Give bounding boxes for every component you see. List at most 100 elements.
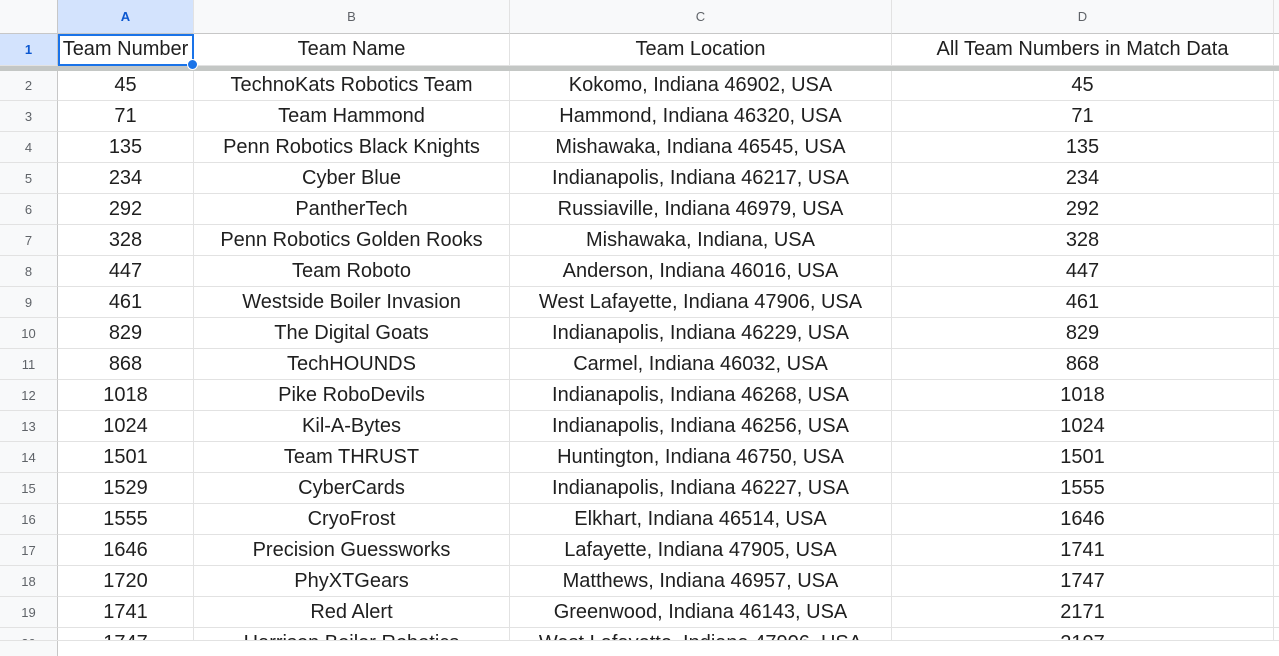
cell-team-number[interactable]: 1018 xyxy=(58,380,194,411)
cell-team-location[interactable]: Mishawaka, Indiana, USA xyxy=(510,225,892,256)
row-number[interactable]: 10 xyxy=(0,318,58,349)
row-number[interactable]: 19 xyxy=(0,597,58,628)
cell-team-location[interactable]: Carmel, Indiana 46032, USA xyxy=(510,349,892,380)
cell-match-team-number[interactable]: 461 xyxy=(892,287,1274,318)
row-number[interactable]: 5 xyxy=(0,163,58,194)
row-number[interactable]: 7 xyxy=(0,225,58,256)
cell-match-team-number[interactable]: 2197 xyxy=(892,628,1274,640)
cell-match-team-number[interactable]: 1646 xyxy=(892,504,1274,535)
cell-team-number[interactable]: 1024 xyxy=(58,411,194,442)
cell-match-team-number[interactable]: 135 xyxy=(892,132,1274,163)
row-number[interactable]: 13 xyxy=(0,411,58,442)
cell-team-location[interactable]: Indianapolis, Indiana 46227, USA xyxy=(510,473,892,504)
cell-team-number[interactable]: 868 xyxy=(58,349,194,380)
cell-team-number[interactable]: 328 xyxy=(58,225,194,256)
cell-team-number[interactable]: 135 xyxy=(58,132,194,163)
row-number[interactable]: 4 xyxy=(0,132,58,163)
cell-team-name[interactable]: Harrison Boiler Robotics xyxy=(194,628,510,640)
cell-team-name[interactable]: Precision Guessworks xyxy=(194,535,510,566)
row-number[interactable]: 6 xyxy=(0,194,58,225)
cell-match-team-number[interactable]: 234 xyxy=(892,163,1274,194)
cell-team-name[interactable]: Westside Boiler Invasion xyxy=(194,287,510,318)
cell-team-number[interactable]: 1529 xyxy=(58,473,194,504)
cell-team-location[interactable]: Greenwood, Indiana 46143, USA xyxy=(510,597,892,628)
cell-team-name[interactable]: Cyber Blue xyxy=(194,163,510,194)
cell-team-name[interactable]: Penn Robotics Black Knights xyxy=(194,132,510,163)
cell-match-team-number[interactable]: 1555 xyxy=(892,473,1274,504)
row-number[interactable]: 12 xyxy=(0,380,58,411)
row-number[interactable]: 15 xyxy=(0,473,58,504)
cell-match-team-number[interactable]: 1501 xyxy=(892,442,1274,473)
column-header-d[interactable]: D xyxy=(892,0,1274,34)
row-number[interactable]: 9 xyxy=(0,287,58,318)
cell-team-name[interactable]: CyberCards xyxy=(194,473,510,504)
cell-team-name[interactable]: Team THRUST xyxy=(194,442,510,473)
cell-team-name[interactable]: Team Roboto xyxy=(194,256,510,287)
cell-team-number[interactable]: 71 xyxy=(58,101,194,132)
cell-a1[interactable]: Team Number xyxy=(58,34,194,66)
cell-team-number[interactable]: 1741 xyxy=(58,597,194,628)
row-number[interactable]: 20 xyxy=(0,628,58,640)
cell-team-location[interactable]: West Lafayette, Indiana 47906, USA xyxy=(510,628,892,640)
cell-team-location[interactable]: Hammond, Indiana 46320, USA xyxy=(510,101,892,132)
cell-team-number[interactable]: 1555 xyxy=(58,504,194,535)
column-header-b[interactable]: B xyxy=(194,0,510,34)
row-number[interactable]: 18 xyxy=(0,566,58,597)
cell-team-number[interactable]: 1646 xyxy=(58,535,194,566)
column-header-c[interactable]: C xyxy=(510,0,892,34)
cell-team-number[interactable]: 1501 xyxy=(58,442,194,473)
cell-team-name[interactable]: Red Alert xyxy=(194,597,510,628)
cell-team-location[interactable]: West Lafayette, Indiana 47906, USA xyxy=(510,287,892,318)
cell-team-number[interactable]: 292 xyxy=(58,194,194,225)
cell-team-location[interactable]: Indianapolis, Indiana 46256, USA xyxy=(510,411,892,442)
row-number[interactable]: 16 xyxy=(0,504,58,535)
row-number[interactable]: 1 xyxy=(0,34,58,66)
cell-match-team-number[interactable]: 447 xyxy=(892,256,1274,287)
cell-team-name[interactable]: Penn Robotics Golden Rooks xyxy=(194,225,510,256)
cell-match-team-number[interactable]: 1747 xyxy=(892,566,1274,597)
cell-team-number[interactable]: 447 xyxy=(58,256,194,287)
cell-team-name[interactable]: PhyXTGears xyxy=(194,566,510,597)
cell-team-number[interactable]: 1747 xyxy=(58,628,194,640)
cell-team-name[interactable]: CryoFrost xyxy=(194,504,510,535)
cell-team-location[interactable]: Mishawaka, Indiana 46545, USA xyxy=(510,132,892,163)
row-number[interactable]: 2 xyxy=(0,71,58,101)
cell-match-team-number[interactable]: 1018 xyxy=(892,380,1274,411)
cell-team-number[interactable]: 45 xyxy=(58,71,194,101)
cell-team-name[interactable]: Team Hammond xyxy=(194,101,510,132)
cell-c1[interactable]: Team Location xyxy=(510,34,892,66)
row-number[interactable]: 8 xyxy=(0,256,58,287)
cell-match-team-number[interactable]: 1024 xyxy=(892,411,1274,442)
cell-team-location[interactable]: Indianapolis, Indiana 46229, USA xyxy=(510,318,892,349)
cell-team-location[interactable]: Indianapolis, Indiana 46268, USA xyxy=(510,380,892,411)
row-number[interactable]: 14 xyxy=(0,442,58,473)
cell-team-name[interactable]: Kil-A-Bytes xyxy=(194,411,510,442)
cell-b1[interactable]: Team Name xyxy=(194,34,510,66)
column-header-a[interactable]: A xyxy=(58,0,194,34)
cell-team-location[interactable]: Lafayette, Indiana 47905, USA xyxy=(510,535,892,566)
cell-team-number[interactable]: 461 xyxy=(58,287,194,318)
cell-match-team-number[interactable]: 829 xyxy=(892,318,1274,349)
cell-team-location[interactable]: Huntington, Indiana 46750, USA xyxy=(510,442,892,473)
cell-team-name[interactable]: TechnoKats Robotics Team xyxy=(194,71,510,101)
cell-team-name[interactable]: The Digital Goats xyxy=(194,318,510,349)
cell-team-location[interactable]: Anderson, Indiana 46016, USA xyxy=(510,256,892,287)
bottom-scroll-area[interactable] xyxy=(0,640,1279,656)
cell-team-number[interactable]: 1720 xyxy=(58,566,194,597)
cell-team-number[interactable]: 234 xyxy=(58,163,194,194)
cell-team-number[interactable]: 829 xyxy=(58,318,194,349)
cell-match-team-number[interactable]: 45 xyxy=(892,71,1274,101)
cell-match-team-number[interactable]: 328 xyxy=(892,225,1274,256)
cell-match-team-number[interactable]: 1741 xyxy=(892,535,1274,566)
row-number[interactable]: 17 xyxy=(0,535,58,566)
cell-team-location[interactable]: Matthews, Indiana 46957, USA xyxy=(510,566,892,597)
cell-team-location[interactable]: Indianapolis, Indiana 46217, USA xyxy=(510,163,892,194)
cell-team-location[interactable]: Russiaville, Indiana 46979, USA xyxy=(510,194,892,225)
row-number[interactable]: 3 xyxy=(0,101,58,132)
cell-d1[interactable]: All Team Numbers in Match Data xyxy=(892,34,1274,66)
cell-team-location[interactable]: Elkhart, Indiana 46514, USA xyxy=(510,504,892,535)
cell-team-name[interactable]: PantherTech xyxy=(194,194,510,225)
select-all-corner[interactable] xyxy=(0,0,58,34)
cell-team-location[interactable]: Kokomo, Indiana 46902, USA xyxy=(510,71,892,101)
cell-match-team-number[interactable]: 292 xyxy=(892,194,1274,225)
